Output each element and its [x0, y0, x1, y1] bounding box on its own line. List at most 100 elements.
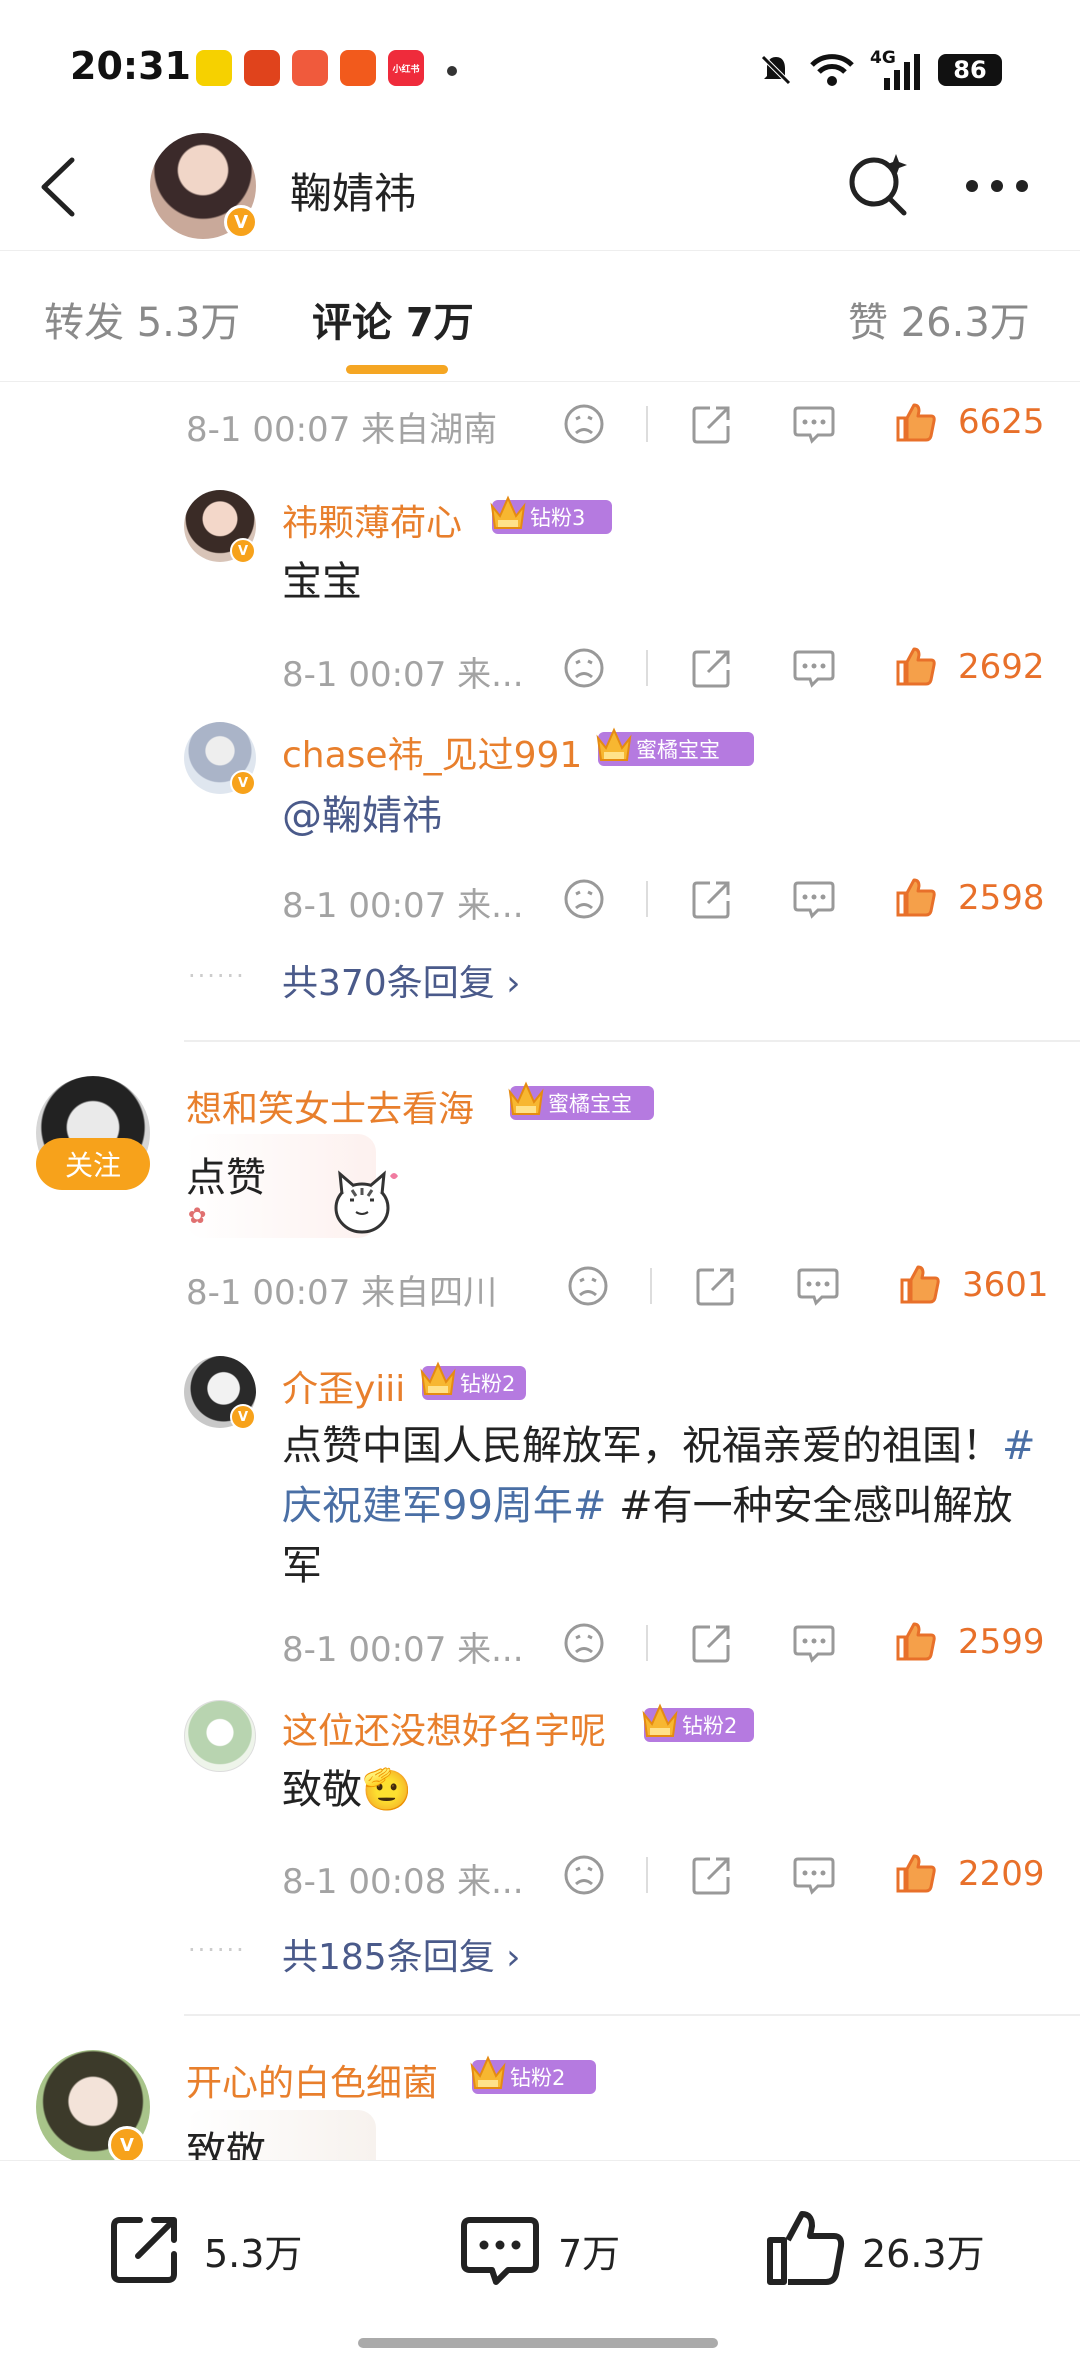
- app-icon-1: [196, 50, 232, 86]
- avatar[interactable]: [184, 1700, 256, 1772]
- divider: [184, 2014, 1080, 2016]
- fan-badge: 钻粉2: [472, 2060, 596, 2094]
- app-icon-2: [244, 50, 280, 86]
- salute-emoji-icon: 🫡: [362, 1767, 412, 1813]
- verified-badge: V: [230, 1404, 256, 1430]
- like-count: 6625: [958, 402, 1045, 442]
- app-icon-3: [292, 50, 328, 86]
- user-name[interactable]: 这位还没想好名字呢: [282, 1702, 606, 1754]
- page-title: 鞠婧祎: [290, 169, 417, 218]
- like-icon[interactable]: [894, 400, 938, 444]
- verified-badge: V: [108, 2126, 146, 2164]
- tab-active-indicator: [346, 365, 448, 374]
- tab-repost[interactable]: 转发 5.3万: [44, 290, 240, 348]
- reply-text: 宝宝: [282, 559, 362, 605]
- share-icon[interactable]: [690, 646, 734, 690]
- user-name[interactable]: chase祎_见过991: [282, 726, 582, 778]
- like-count: 2598: [958, 878, 1045, 918]
- like-count: 3601: [962, 1265, 1049, 1305]
- share-icon[interactable]: [694, 1264, 738, 1308]
- more-replies-link[interactable]: 共370条回复 ›: [282, 954, 521, 1006]
- reply-text[interactable]: @鞠婧祎: [282, 786, 442, 846]
- fan-badge: 蜜橘宝宝: [598, 732, 754, 766]
- like-icon[interactable]: [894, 644, 938, 688]
- like-count[interactable]: 26.3万: [862, 2223, 985, 2278]
- flower-icon: ✿: [188, 1204, 207, 1229]
- user-name[interactable]: 祎颗薄荷心: [282, 494, 462, 546]
- comment-meta: 8-1 00:07 来自湖南: [186, 410, 498, 450]
- tab-comments[interactable]: 评论 7万: [312, 290, 474, 348]
- thread-dots: ······: [188, 1936, 246, 1964]
- status-time: 20:31: [70, 44, 191, 88]
- like-count: 2209: [958, 1854, 1045, 1894]
- dislike-icon[interactable]: [562, 1853, 606, 1897]
- share-icon[interactable]: [690, 877, 734, 921]
- dislike-icon[interactable]: [562, 1621, 606, 1665]
- battery-indicator: 86: [938, 54, 1002, 86]
- comment-meta: 8-1 00:07 来自四川: [186, 1273, 498, 1313]
- comment-icon[interactable]: [792, 877, 836, 921]
- reply-meta: 8-1 00:08 来...: [282, 1862, 524, 1902]
- user-name[interactable]: 想和笑女士去看海: [186, 1080, 474, 1132]
- verified-badge: V: [224, 205, 258, 239]
- comment-icon[interactable]: [796, 1264, 840, 1308]
- like-count: 2599: [958, 1622, 1045, 1662]
- reply-text: 致敬🫡: [282, 1767, 412, 1813]
- signal-icon: [884, 54, 920, 90]
- repost-count[interactable]: 5.3万: [204, 2223, 302, 2278]
- dislike-icon[interactable]: [562, 402, 606, 446]
- separator: [646, 881, 648, 917]
- reply-text: 点赞中国人民解放军，祝福亲爱的祖国！#庆祝建军99周年# #有一种安全感叫解放军: [282, 1423, 1036, 1589]
- comment-icon[interactable]: [792, 1853, 836, 1897]
- fan-badge: 蜜橘宝宝: [510, 1086, 654, 1120]
- thread-dots: ······: [188, 962, 246, 990]
- cat-sticker-icon: [334, 1170, 398, 1234]
- comment-icon[interactable]: [792, 402, 836, 446]
- separator: [646, 406, 648, 442]
- divider: [184, 1040, 1080, 1042]
- like-icon[interactable]: [894, 1851, 938, 1895]
- verified-badge: V: [230, 538, 256, 564]
- follow-button[interactable]: 关注: [36, 1138, 150, 1190]
- home-indicator[interactable]: [358, 2338, 718, 2348]
- crown-icon: [506, 1078, 546, 1120]
- xiaohongshu-icon: 小红书: [388, 50, 424, 86]
- verified-badge: V: [230, 770, 256, 796]
- tab-likes[interactable]: 赞 26.3万: [848, 290, 1030, 348]
- comment-count[interactable]: 7万: [558, 2223, 620, 2278]
- comment-icon[interactable]: [792, 1621, 836, 1665]
- notification-dot: [447, 66, 457, 76]
- share-icon[interactable]: [690, 1621, 734, 1665]
- comment-icon[interactable]: [792, 646, 836, 690]
- dislike-icon[interactable]: [562, 877, 606, 921]
- separator: [646, 1625, 648, 1661]
- like-count: 2692: [958, 647, 1045, 687]
- crown-icon: [594, 724, 634, 766]
- more-icon[interactable]: [964, 178, 1030, 194]
- search-sparkle-icon[interactable]: [846, 150, 912, 220]
- back-icon[interactable]: [36, 156, 80, 218]
- reply-meta: 8-1 00:07 来...: [282, 886, 524, 926]
- fan-badge: 钻粉3: [492, 500, 612, 534]
- like-icon[interactable]: [894, 1619, 938, 1663]
- comment-text: 点赞: [186, 1155, 266, 1201]
- separator: [646, 1857, 648, 1893]
- reply-meta: 8-1 00:07 来...: [282, 1630, 524, 1670]
- share-icon[interactable]: [690, 402, 734, 446]
- more-replies-link[interactable]: 共185条回复 ›: [282, 1928, 521, 1980]
- separator: [646, 650, 648, 686]
- repost-icon[interactable]: [108, 2212, 182, 2286]
- share-icon[interactable]: [690, 1853, 734, 1897]
- like-icon[interactable]: [894, 875, 938, 919]
- user-name[interactable]: 开心的白色细菌: [186, 2054, 438, 2106]
- comment-icon[interactable]: [460, 2212, 540, 2292]
- separator: [650, 1268, 652, 1304]
- dislike-icon[interactable]: [566, 1264, 610, 1308]
- like-icon[interactable]: [898, 1262, 942, 1306]
- dislike-icon[interactable]: [562, 646, 606, 690]
- crown-icon: [488, 492, 528, 534]
- crown-icon: [640, 1700, 680, 1742]
- crown-icon: [418, 1358, 458, 1400]
- like-icon[interactable]: [766, 2206, 846, 2288]
- user-name[interactable]: 介歪yiii: [282, 1360, 405, 1412]
